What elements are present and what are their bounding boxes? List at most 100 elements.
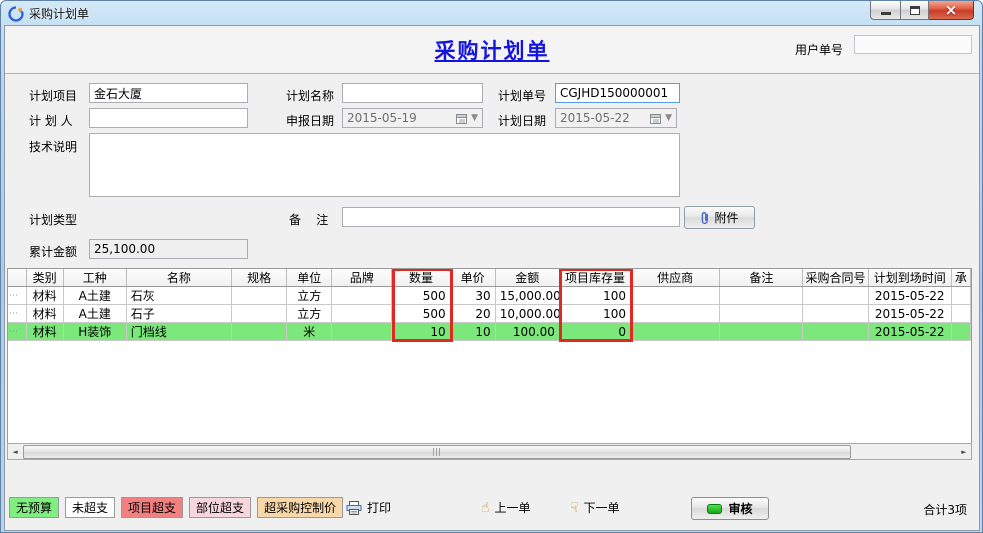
date-dropdown-icon[interactable]: ▼ bbox=[471, 113, 478, 123]
cell-spec[interactable] bbox=[232, 305, 287, 323]
next-record-button[interactable]: ☟ 下一单 bbox=[570, 499, 620, 516]
table-row-selected[interactable]: ⋯ 材料 H装饰 门档线 米 10 10 100.00 0 2015-05-22 bbox=[8, 323, 971, 341]
cell-name[interactable]: 石灰 bbox=[126, 287, 231, 305]
scrollbar-grip-icon bbox=[433, 448, 441, 456]
cell-supplier[interactable] bbox=[631, 323, 720, 341]
col-header-name[interactable]: 名称 bbox=[126, 269, 231, 287]
col-header-amount[interactable]: 金额 bbox=[495, 269, 559, 287]
cell-amount[interactable]: 15,000.00 bbox=[495, 287, 559, 305]
col-header-contract[interactable]: 采购合同号 bbox=[803, 269, 868, 287]
row-indicator[interactable]: ⋯ bbox=[8, 323, 26, 341]
plan-date-picker[interactable]: 2015-05-22 ▼ bbox=[555, 108, 677, 128]
maximize-button[interactable] bbox=[900, 1, 929, 20]
col-header-note[interactable]: 备注 bbox=[720, 269, 803, 287]
total-amount-label: 累计金额 bbox=[29, 243, 77, 260]
cell-spec[interactable] bbox=[232, 287, 287, 305]
col-header-brand[interactable]: 品牌 bbox=[332, 269, 392, 287]
cell-worktype[interactable]: A土建 bbox=[63, 305, 126, 323]
attachment-button[interactable]: 附件 bbox=[684, 206, 755, 229]
cell-truncated[interactable] bbox=[951, 305, 970, 323]
planner-label: 计 划 人 bbox=[29, 112, 73, 129]
cell-price[interactable]: 30 bbox=[450, 287, 495, 305]
cell-stock[interactable]: 100 bbox=[559, 305, 630, 323]
col-header-arrival[interactable]: 计划到场时间 bbox=[868, 269, 951, 287]
col-header-truncated[interactable]: 承 bbox=[951, 269, 970, 287]
col-header-stock[interactable]: 项目库存量 bbox=[559, 269, 630, 287]
cell-unit[interactable]: 米 bbox=[287, 323, 332, 341]
cell-brand[interactable] bbox=[332, 323, 392, 341]
cell-spec[interactable] bbox=[232, 323, 287, 341]
plan-project-input[interactable] bbox=[89, 83, 248, 103]
cell-truncated[interactable] bbox=[951, 287, 970, 305]
tech-note-textarea[interactable] bbox=[89, 133, 680, 197]
audit-status-icon bbox=[707, 504, 722, 514]
cell-quantity[interactable]: 500 bbox=[392, 287, 450, 305]
cell-stock[interactable]: 0 bbox=[559, 323, 630, 341]
cell-category[interactable]: 材料 bbox=[26, 305, 63, 323]
declare-date-label: 申报日期 bbox=[286, 112, 334, 129]
horizontal-scrollbar[interactable]: ◄ ► bbox=[7, 443, 972, 460]
legend-not-over: 未超支 bbox=[65, 497, 115, 518]
col-header-quantity[interactable]: 数量 bbox=[392, 269, 450, 287]
cell-category[interactable]: 材料 bbox=[26, 323, 63, 341]
table-row[interactable]: ⋯ 材料 A土建 石灰 立方 500 30 15,000.00 100 2015… bbox=[8, 287, 971, 305]
cell-note[interactable] bbox=[720, 287, 803, 305]
scroll-right-icon[interactable]: ► bbox=[957, 444, 971, 459]
col-header-unit[interactable]: 单位 bbox=[287, 269, 332, 287]
cell-quantity[interactable]: 500 bbox=[392, 305, 450, 323]
legend-section-over: 部位超支 bbox=[189, 497, 251, 518]
col-header-price[interactable]: 单价 bbox=[450, 269, 495, 287]
scrollbar-thumb[interactable] bbox=[23, 445, 851, 459]
row-indicator[interactable]: ⋯ bbox=[8, 287, 26, 305]
cell-arrival[interactable]: 2015-05-22 bbox=[868, 287, 951, 305]
cell-category[interactable]: 材料 bbox=[26, 287, 63, 305]
plan-name-input[interactable] bbox=[342, 83, 483, 103]
cell-worktype[interactable]: H装饰 bbox=[63, 323, 126, 341]
col-header-worktype[interactable]: 工种 bbox=[63, 269, 126, 287]
cell-truncated[interactable] bbox=[951, 323, 970, 341]
cell-contract[interactable] bbox=[803, 287, 868, 305]
cell-supplier[interactable] bbox=[631, 287, 720, 305]
minimize-button[interactable] bbox=[870, 1, 900, 20]
cell-price[interactable]: 10 bbox=[450, 323, 495, 341]
cell-contract[interactable] bbox=[803, 305, 868, 323]
title-bar[interactable]: 采购计划单 × bbox=[1, 1, 982, 25]
planner-input[interactable] bbox=[89, 108, 248, 128]
cell-amount[interactable]: 100.00 bbox=[495, 323, 559, 341]
cell-note[interactable] bbox=[720, 323, 803, 341]
user-no-input[interactable] bbox=[854, 35, 972, 54]
cell-arrival[interactable]: 2015-05-22 bbox=[868, 323, 951, 341]
cell-worktype[interactable]: A土建 bbox=[63, 287, 126, 305]
cell-stock[interactable]: 100 bbox=[559, 287, 630, 305]
legend-no-budget: 无预算 bbox=[9, 497, 59, 518]
scroll-left-icon[interactable]: ◄ bbox=[8, 444, 22, 459]
col-header-spec[interactable]: 规格 bbox=[232, 269, 287, 287]
cell-brand[interactable] bbox=[332, 287, 392, 305]
plan-no-input[interactable] bbox=[555, 83, 680, 103]
user-no-label: 用户单号 bbox=[795, 41, 843, 58]
total-amount-field: 25,100.00 bbox=[89, 239, 248, 259]
cell-arrival[interactable]: 2015-05-22 bbox=[868, 305, 951, 323]
print-button[interactable]: 打印 bbox=[346, 499, 391, 516]
remark-input[interactable] bbox=[342, 207, 680, 227]
cell-quantity[interactable]: 10 bbox=[392, 323, 450, 341]
date-dropdown-icon[interactable]: ▼ bbox=[665, 113, 672, 123]
col-header-category[interactable]: 类别 bbox=[26, 269, 63, 287]
cell-brand[interactable] bbox=[332, 305, 392, 323]
col-header-supplier[interactable]: 供应商 bbox=[631, 269, 720, 287]
cell-note[interactable] bbox=[720, 305, 803, 323]
cell-name[interactable]: 石子 bbox=[126, 305, 231, 323]
cell-unit[interactable]: 立方 bbox=[287, 287, 332, 305]
declare-date-picker[interactable]: 2015-05-19 ▼ bbox=[342, 108, 483, 128]
cell-contract[interactable] bbox=[803, 323, 868, 341]
table-row[interactable]: ⋯ 材料 A土建 石子 立方 500 20 10,000.00 100 2015… bbox=[8, 305, 971, 323]
cell-unit[interactable]: 立方 bbox=[287, 305, 332, 323]
cell-amount[interactable]: 10,000.00 bbox=[495, 305, 559, 323]
previous-record-button[interactable]: ☝ 上一单 bbox=[481, 499, 531, 516]
cell-name[interactable]: 门档线 bbox=[126, 323, 231, 341]
audit-button[interactable]: 审核 bbox=[691, 497, 769, 520]
row-indicator[interactable]: ⋯ bbox=[8, 305, 26, 323]
cell-price[interactable]: 20 bbox=[450, 305, 495, 323]
close-button[interactable]: × bbox=[929, 1, 974, 20]
cell-supplier[interactable] bbox=[631, 305, 720, 323]
